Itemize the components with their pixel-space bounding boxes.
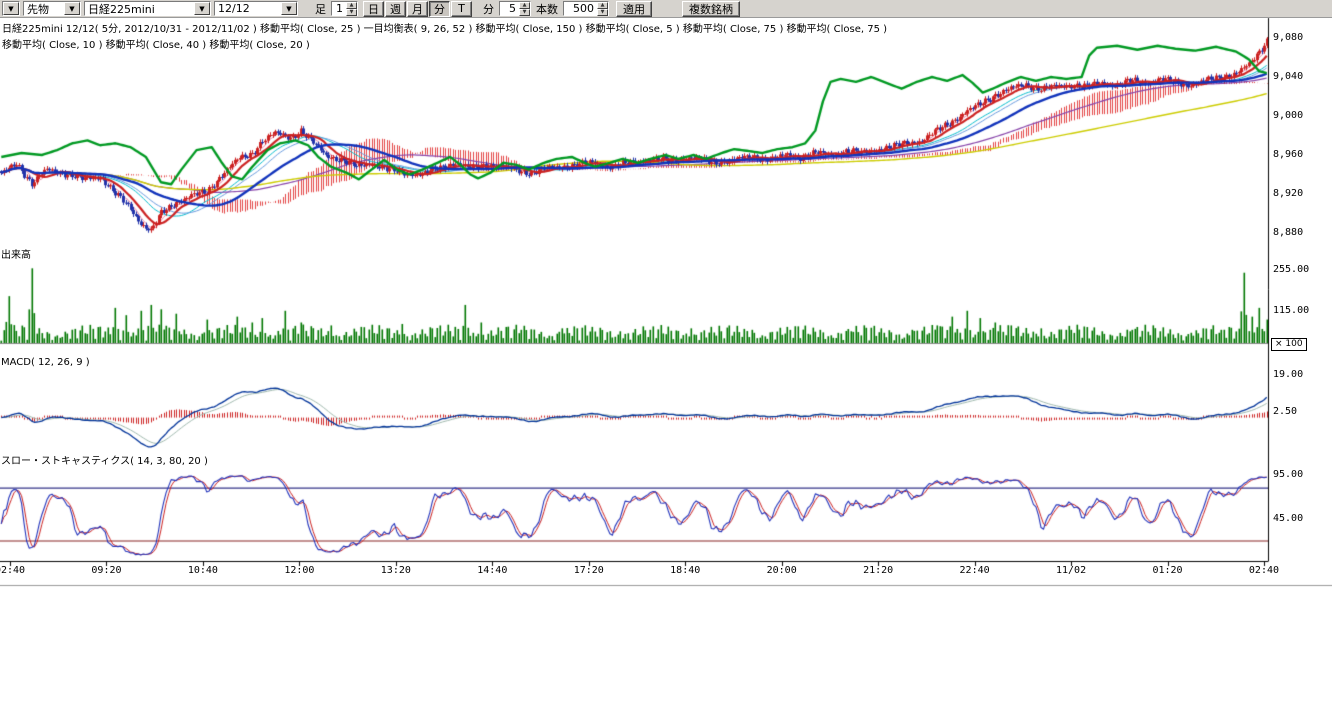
spin-down-glyph: ▼ (523, 10, 527, 15)
symbol-combo[interactable]: 日経225mini ▼ (84, 1, 211, 16)
narrow-combo[interactable]: ▼ (2, 1, 20, 16)
macd-axis-tick: 2.50 (1273, 406, 1297, 417)
stochastics-axis-tick: 45.00 (1273, 513, 1303, 524)
spin-up-glyph: ▲ (350, 3, 354, 8)
time-axis-label: 10:40 (188, 565, 218, 576)
spin-down-glyph: ▼ (350, 10, 354, 15)
spin-up-icon[interactable]: ▲ (597, 2, 608, 9)
time-axis-label: 12:00 (284, 565, 314, 576)
spin-down-glyph: ▼ (601, 10, 605, 15)
contract-month-value: 12/12 (215, 2, 281, 15)
time-axis-label: 20:00 (767, 565, 797, 576)
chevron-down-icon[interactable]: ▼ (281, 2, 297, 15)
period-button-tick[interactable]: T (451, 1, 472, 17)
bar-count-spinner[interactable]: 500 ▲ ▼ (563, 1, 609, 16)
bar-type-label: 足 (313, 1, 328, 17)
period-button-minute[interactable]: 分 (429, 1, 450, 17)
period-button-day[interactable]: 日 (363, 1, 384, 17)
chart-canvas[interactable] (0, 0, 1332, 712)
period-button-week[interactable]: 週 (385, 1, 406, 17)
price-axis-tick: 9,040 (1273, 71, 1303, 82)
time-axis-label: 01:20 (1152, 565, 1182, 576)
macd-panel-label: MACD( 12, 26, 9 ) (1, 357, 90, 368)
bar-interval-spinner[interactable]: 1 ▲ ▼ (331, 1, 358, 16)
time-axis-label: 09:20 (91, 565, 121, 576)
chevron-glyph: ▼ (8, 5, 13, 13)
minute-label: 分 (481, 1, 496, 17)
time-axis-label: 17:20 (574, 565, 604, 576)
minute-spinner[interactable]: 5 ▲ ▼ (499, 1, 531, 16)
multi-symbol-button[interactable]: 複数銘柄 (682, 1, 740, 17)
period-button-month[interactable]: 月 (407, 1, 428, 17)
volume-unit-badge: × 100 (1271, 338, 1307, 351)
spin-down-icon[interactable]: ▼ (597, 9, 608, 16)
time-axis-label: 13:20 (381, 565, 411, 576)
stochastics-axis-tick: 95.00 (1273, 469, 1303, 480)
apply-button[interactable]: 適用 (616, 1, 652, 17)
price-axis-tick: 9,080 (1273, 32, 1303, 43)
volume-axis-tick: 255.00 (1273, 264, 1309, 275)
symbol-value: 日経225mini (85, 2, 194, 15)
chevron-glyph: ▼ (69, 5, 74, 13)
time-axis-label: 14:40 (477, 565, 507, 576)
chevron-glyph: ▼ (286, 5, 291, 13)
time-axis-label: 21:20 (863, 565, 893, 576)
volume-axis-tick: 115.00 (1273, 305, 1309, 316)
volume-panel-label: 出来高 (1, 246, 31, 261)
spin-up-icon[interactable]: ▲ (346, 2, 357, 9)
time-axis-label: 02:40 (0, 565, 25, 576)
toolbar: ▼ 先物 ▼ 日経225mini ▼ 12/12 ▼ 足 1 ▲ ▼ 日週月分T… (0, 0, 1332, 18)
chart-title-line2: 移動平均( Close, 10 ) 移動平均( Close, 40 ) 移動平均… (2, 36, 310, 51)
instrument-type-combo[interactable]: 先物 ▼ (23, 1, 81, 16)
bar-count-label: 本数 (534, 1, 560, 17)
time-axis-label: 02:40 (1249, 565, 1279, 576)
price-axis-tick: 8,920 (1273, 188, 1303, 199)
price-axis-tick: 8,880 (1273, 227, 1303, 238)
spin-up-glyph: ▲ (523, 3, 527, 8)
chevron-down-icon[interactable]: ▼ (194, 2, 210, 15)
macd-axis-tick: 19.00 (1273, 369, 1303, 380)
time-axis-label: 11/02 (1056, 565, 1086, 576)
trading-chart-app: ▼ 先物 ▼ 日経225mini ▼ 12/12 ▼ 足 1 ▲ ▼ 日週月分T… (0, 0, 1332, 712)
bar-interval-value: 1 (332, 2, 346, 15)
spin-down-icon[interactable]: ▼ (519, 9, 530, 16)
instrument-type-value: 先物 (24, 2, 64, 15)
chevron-down-icon[interactable]: ▼ (64, 2, 80, 15)
chevron-down-icon[interactable]: ▼ (3, 2, 19, 15)
spin-down-icon[interactable]: ▼ (346, 9, 357, 16)
spin-up-icon[interactable]: ▲ (519, 2, 530, 9)
bar-count-value: 500 (564, 2, 597, 15)
price-axis-tick: 9,000 (1273, 110, 1303, 121)
price-axis-tick: 8,960 (1273, 149, 1303, 160)
time-axis-label: 18:40 (670, 565, 700, 576)
chart-title-line1: 日経225mini 12/12( 5分, 2012/10/31 - 2012/1… (2, 20, 887, 35)
contract-month-combo[interactable]: 12/12 ▼ (214, 1, 298, 16)
spin-up-glyph: ▲ (601, 3, 605, 8)
chevron-glyph: ▼ (199, 5, 204, 13)
stochastics-panel-label: スロー・ストキャスティクス( 14, 3, 80, 20 ) (1, 452, 208, 467)
period-button-group: 日週月分T (363, 1, 472, 17)
minute-value: 5 (500, 2, 519, 15)
time-axis-label: 22:40 (960, 565, 990, 576)
